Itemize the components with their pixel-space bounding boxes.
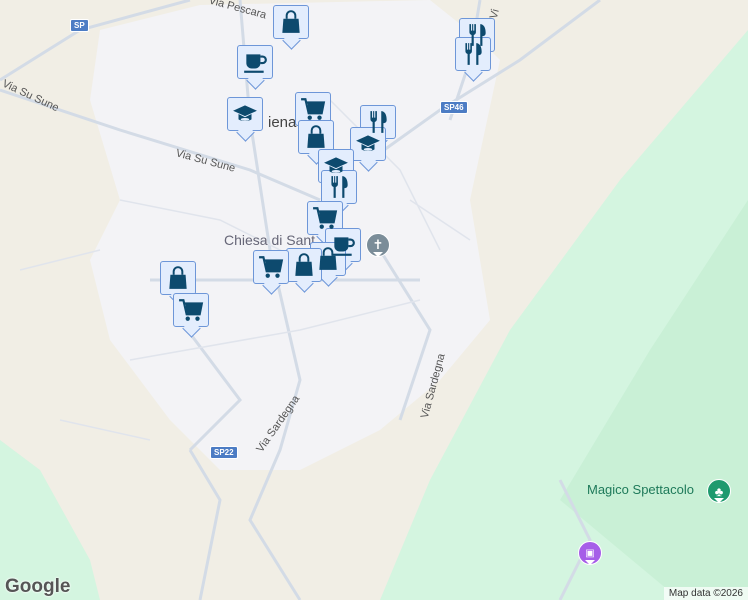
school-marker[interactable] bbox=[227, 97, 263, 131]
shopping-bag-icon bbox=[315, 246, 341, 272]
shopping-bag-marker[interactable] bbox=[160, 261, 196, 295]
town-label: iena bbox=[268, 114, 297, 131]
church-icon[interactable]: ✝ bbox=[366, 233, 390, 257]
church-label: Chiesa di Sant bbox=[224, 232, 316, 248]
grocery-marker[interactable] bbox=[253, 250, 289, 284]
shopping-cart-icon bbox=[300, 96, 326, 122]
cafe-marker[interactable] bbox=[237, 45, 273, 79]
road-shield: SP bbox=[70, 19, 89, 32]
grocery-marker[interactable] bbox=[295, 92, 331, 126]
shopping-bag-icon bbox=[278, 9, 304, 35]
school-marker[interactable] bbox=[350, 127, 386, 161]
photo-spot-icon[interactable]: ▣ bbox=[578, 541, 602, 565]
shopping-bag-icon bbox=[303, 124, 329, 150]
restaurant-marker[interactable] bbox=[455, 37, 491, 71]
shopping-bag-marker[interactable] bbox=[273, 5, 309, 39]
map-attribution[interactable]: Map data ©2026 bbox=[663, 587, 748, 600]
fork-knife-icon bbox=[326, 174, 352, 200]
shopping-bag-marker[interactable] bbox=[286, 248, 322, 282]
coffee-cup-icon bbox=[242, 49, 268, 75]
grocery-marker[interactable] bbox=[173, 293, 209, 327]
park-tree-icon[interactable]: ♣ bbox=[707, 479, 731, 503]
shopping-bag-icon bbox=[165, 265, 191, 291]
graduation-cap-icon bbox=[355, 131, 381, 157]
shopping-cart-icon bbox=[258, 254, 284, 280]
poi-label[interactable]: Magico Spettacolo bbox=[587, 482, 694, 497]
google-logo[interactable]: Google bbox=[5, 576, 70, 598]
shopping-cart-icon bbox=[178, 297, 204, 323]
restaurant-marker[interactable] bbox=[321, 170, 357, 204]
graduation-cap-icon bbox=[232, 101, 258, 127]
shopping-bag-icon bbox=[291, 252, 317, 278]
map-canvas[interactable] bbox=[0, 0, 748, 600]
shopping-bag-marker[interactable] bbox=[298, 120, 334, 154]
fork-knife-icon bbox=[460, 41, 486, 67]
shopping-cart-icon bbox=[312, 205, 338, 231]
grocery-marker[interactable] bbox=[307, 201, 343, 235]
road-shield: SP46 bbox=[440, 101, 468, 114]
road-shield: SP22 bbox=[210, 446, 238, 459]
